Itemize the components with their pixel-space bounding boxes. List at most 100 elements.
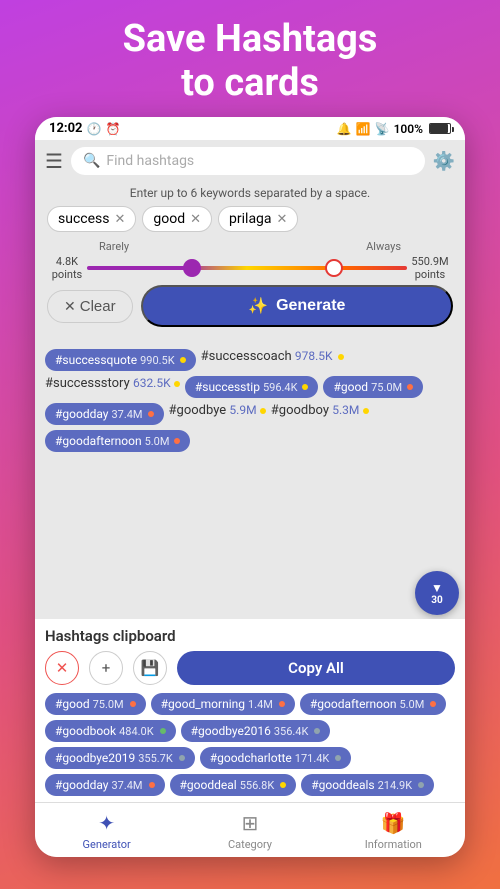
nav-generator[interactable]: ✦ Generator xyxy=(35,803,178,857)
chip-dot xyxy=(180,357,186,363)
clipboard-chip-goodbye2019[interactable]: #goodbye2019 355.7K xyxy=(45,747,195,769)
chip-goodbye[interactable]: #goodbye 5.9M xyxy=(169,403,266,425)
chip-successtip[interactable]: #successtip 596.4K xyxy=(185,376,319,398)
chip-successquote[interactable]: #successquote 990.5K xyxy=(45,349,196,371)
generate-button[interactable]: ✨ Generate xyxy=(141,285,453,327)
chip-count: 596.4K xyxy=(263,381,298,394)
slider-right-label: Always xyxy=(366,240,401,253)
clipboard-clear-button[interactable]: ✕ xyxy=(45,651,79,685)
generator-icon: ✦ xyxy=(98,811,115,835)
chip-dot xyxy=(302,384,308,390)
slider-left-points: 4.8K points xyxy=(47,255,87,281)
battery-icon xyxy=(429,123,451,134)
nav-label-generator: Generator xyxy=(83,838,131,851)
chip-dot xyxy=(148,411,154,417)
copy-all-button[interactable]: Copy All xyxy=(177,651,455,685)
chip-successcoach[interactable]: #successcoach 978.5K xyxy=(201,349,344,371)
status-time: 12:02 xyxy=(49,121,83,136)
float-count: 30 xyxy=(431,595,442,606)
information-icon: 🎁 xyxy=(381,811,406,835)
tag-remove-success[interactable]: ✕ xyxy=(114,212,125,227)
scroll-down-button[interactable]: ▼ 30 xyxy=(415,571,459,615)
clipboard-chip-goodafternoon[interactable]: #goodafternoon 5.0M xyxy=(300,693,446,715)
nav-information[interactable]: 🎁 Information xyxy=(322,803,465,857)
slider-row: 4.8K points 550.9M points xyxy=(47,255,453,281)
chip-dot xyxy=(174,438,180,444)
battery-percent: 100% xyxy=(394,122,423,136)
action-row: ✕ Clear ✨ Generate xyxy=(47,285,453,327)
filter-icon[interactable]: ⚙️ xyxy=(433,151,455,172)
slider-track-wrap[interactable] xyxy=(87,258,407,278)
chip-tag: #good xyxy=(333,380,368,394)
slider-right-points: 550.9M points xyxy=(407,255,453,281)
chip-count: 5.0M xyxy=(145,435,170,448)
chip-tag: #goodday xyxy=(55,407,108,421)
save-icon: 💾 xyxy=(141,659,160,677)
alarm-icon: ⏰ xyxy=(105,122,120,136)
clear-button[interactable]: ✕ Clear xyxy=(47,290,133,323)
slider-track xyxy=(87,266,407,270)
tag-label: good xyxy=(153,211,185,227)
clipboard-chip-goodcharlotte[interactable]: #goodcharlotte 171.4K xyxy=(200,747,352,769)
tag-remove-good[interactable]: ✕ xyxy=(190,212,201,227)
clipboard-chip-good[interactable]: #good 75.0M xyxy=(45,693,146,715)
tag-label: success xyxy=(58,211,109,227)
search-placeholder: Find hashtags xyxy=(106,153,194,169)
clock-icon: 🕐 xyxy=(87,122,102,136)
nav-label-information: Information xyxy=(365,838,422,851)
search-input[interactable]: 🔍 Find hashtags xyxy=(71,147,425,175)
generate-label: Generate xyxy=(276,297,345,315)
chip-good[interactable]: #good 75.0M xyxy=(323,376,423,398)
keyword-tag-success[interactable]: success ✕ xyxy=(47,206,136,232)
status-bar: 12:02 🕐 ⏰ 🔔 📶 📡 100% xyxy=(35,117,465,140)
hashtag-chips: #successquote 990.5K #successcoach 978.5… xyxy=(45,349,455,452)
clipboard-title: Hashtags clipboard xyxy=(45,627,455,645)
clipboard-chip-goodday[interactable]: #goodday 37.4M xyxy=(45,774,165,796)
keyword-tags: success ✕ good ✕ prilaga ✕ xyxy=(47,206,453,232)
magic-icon: ✨ xyxy=(248,296,268,316)
clear-label: Clear xyxy=(80,298,116,315)
plus-icon: + xyxy=(102,659,111,677)
nav-category[interactable]: ⊞ Category xyxy=(178,803,321,857)
slider-left-label: Rarely xyxy=(99,240,129,253)
chip-tag: #goodafternoon xyxy=(55,434,142,448)
keyword-tag-good[interactable]: good ✕ xyxy=(142,206,212,232)
clipboard-save-button[interactable]: 💾 xyxy=(133,651,167,685)
hint-text: Enter up to 6 keywords separated by a sp… xyxy=(47,186,453,200)
chip-count: 990.5K xyxy=(140,354,175,367)
hamburger-icon[interactable]: ☰ xyxy=(45,149,63,173)
nav-label-category: Category xyxy=(228,838,272,851)
clipboard-chip-good-morning[interactable]: #good_morning 1.4M xyxy=(151,693,295,715)
chip-goodafternoon[interactable]: #goodafternoon 5.0M xyxy=(45,430,190,452)
results-area: #successquote 990.5K #successcoach 978.5… xyxy=(35,341,465,619)
chip-dot xyxy=(407,384,413,390)
tag-label: prilaga xyxy=(229,211,272,227)
search-icon: 🔍 xyxy=(83,153,100,169)
tag-remove-prilaga[interactable]: ✕ xyxy=(277,212,288,227)
clipboard-chips: #good 75.0M #good_morning 1.4M #goodafte… xyxy=(45,693,455,796)
clipboard-section: Hashtags clipboard ✕ + 💾 Copy All #good … xyxy=(35,619,465,802)
keywords-area: Enter up to 6 keywords separated by a sp… xyxy=(35,182,465,341)
clipboard-chip-goodbook[interactable]: #goodbook 484.0K xyxy=(45,720,176,742)
keyword-tag-prilaga[interactable]: prilaga ✕ xyxy=(218,206,298,232)
clipboard-actions: ✕ + 💾 Copy All xyxy=(45,651,455,685)
wifi-icon: 📶 xyxy=(356,122,371,136)
clipboard-chip-gooddeals[interactable]: #gooddeals 214.9K xyxy=(301,774,434,796)
volume-icon: 🔔 xyxy=(337,122,352,136)
chip-goodboy[interactable]: #goodboy 5.3M xyxy=(271,403,369,425)
bottom-nav: ✦ Generator ⊞ Category 🎁 Information xyxy=(35,802,465,857)
signal-icon: 📡 xyxy=(375,122,390,136)
slider-thumb-right[interactable] xyxy=(325,259,343,277)
x-icon: ✕ xyxy=(56,659,69,677)
clipboard-chip-gooddeal[interactable]: #gooddeal 556.8K xyxy=(170,774,297,796)
phone-container: 12:02 🕐 ⏰ 🔔 📶 📡 100% ☰ 🔍 Find hashtags ⚙… xyxy=(35,117,465,857)
chip-successstory[interactable]: #successstory 632.5K xyxy=(45,376,180,398)
slider-labels: Rarely Always xyxy=(47,240,453,253)
page-title: Save Hashtagsto cards xyxy=(93,0,408,117)
clipboard-add-button[interactable]: + xyxy=(89,651,123,685)
chip-tag: #successquote xyxy=(55,353,137,367)
clipboard-chip-goodbye2016[interactable]: #goodbye2016 356.4K xyxy=(181,720,331,742)
chip-goodday[interactable]: #goodday 37.4M xyxy=(45,403,164,425)
chevron-down-icon: ▼ xyxy=(431,581,443,595)
slider-thumb-left[interactable] xyxy=(183,259,201,277)
